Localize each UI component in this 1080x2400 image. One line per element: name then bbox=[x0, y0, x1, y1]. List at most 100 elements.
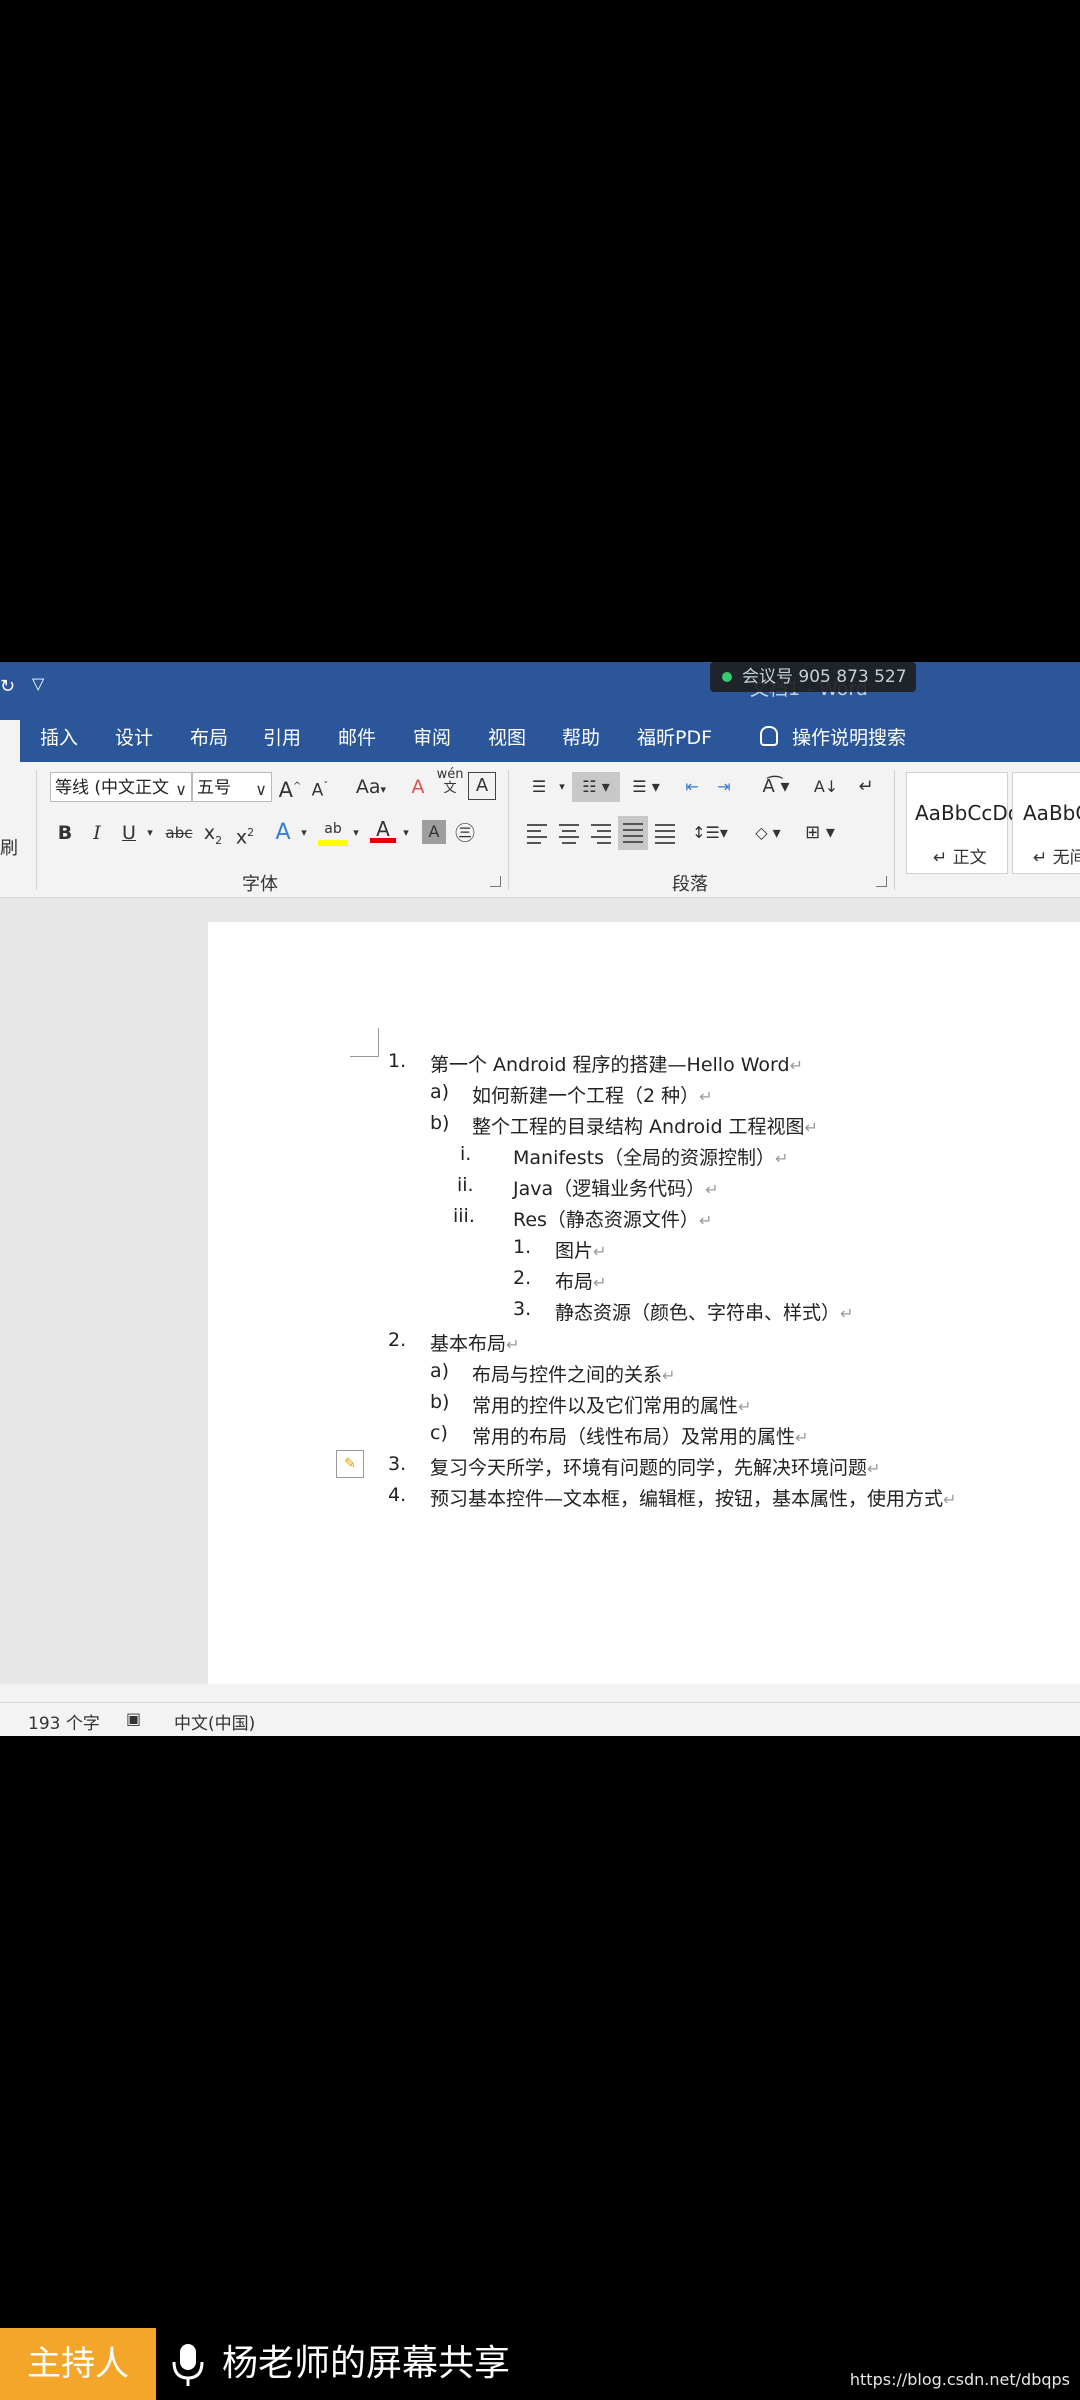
margin-corner-marker bbox=[350, 1028, 379, 1057]
language-indicator[interactable]: 中文(中国) bbox=[174, 1709, 255, 1734]
chevron-down-icon[interactable]: ∨ bbox=[255, 775, 267, 805]
ribbon: 刷 等线 (中文正文 ∨ 五号 ∨ A^ Aˇ Aa▾ A wén 文 A B I… bbox=[0, 762, 1080, 898]
style-no-spacing-sample: AaBbC bbox=[1023, 801, 1080, 825]
list-item[interactable]: Res（静态资源文件）↵ bbox=[513, 1205, 712, 1232]
clear-formatting-icon[interactable]: A bbox=[405, 772, 431, 802]
font-size-combo[interactable]: 五号 ∨ bbox=[192, 772, 272, 802]
tab-help[interactable]: 帮助 bbox=[562, 714, 600, 762]
align-left-icon[interactable] bbox=[524, 818, 550, 848]
tell-me-label: 操作说明搜索 bbox=[792, 727, 907, 749]
borders-icon[interactable]: ⊞ ▾ bbox=[798, 818, 842, 848]
font-name-combo[interactable]: 等线 (中文正文 ∨ bbox=[50, 772, 192, 802]
enclose-characters-icon[interactable]: ㊂ bbox=[452, 818, 478, 848]
tell-me-search[interactable]: 操作说明搜索 bbox=[760, 714, 906, 762]
font-color-dropdown-icon[interactable]: ▾ bbox=[400, 818, 412, 848]
distributed-icon[interactable] bbox=[652, 818, 678, 848]
format-painter-fragment[interactable]: 刷 bbox=[0, 834, 18, 860]
list-number: 4. bbox=[388, 1484, 407, 1506]
highlight-dropdown-icon[interactable]: ▾ bbox=[350, 818, 362, 848]
tab-view[interactable]: 视图 bbox=[488, 714, 526, 762]
decrease-indent-icon[interactable]: ⇤ bbox=[678, 772, 706, 802]
word-count[interactable]: 193 个字 bbox=[28, 1709, 100, 1734]
strikethrough-icon[interactable]: abc bbox=[164, 818, 194, 848]
list-item[interactable]: 第一个 Android 程序的搭建—Hello Word↵ bbox=[430, 1050, 803, 1077]
text-effects-dropdown-icon[interactable]: ▾ bbox=[298, 818, 310, 848]
numbering-icon[interactable]: ☷ ▾ bbox=[572, 772, 620, 802]
phonetic-guide-icon[interactable]: wén 文 bbox=[436, 768, 464, 802]
meeting-id-badge: 会议号 905 873 527 bbox=[710, 662, 916, 692]
highlight-icon[interactable]: ab bbox=[318, 814, 348, 846]
list-item[interactable]: 复习今天所学，环境有问题的同学，先解决环境问题↵ bbox=[430, 1453, 880, 1480]
list-number: 1. bbox=[513, 1236, 532, 1258]
align-center-icon[interactable] bbox=[556, 818, 582, 848]
grow-font-button[interactable]: A^ bbox=[277, 772, 303, 802]
shading-icon[interactable]: ◇ ▾ bbox=[748, 818, 788, 848]
sort-icon[interactable]: A↓ bbox=[812, 772, 840, 802]
active-tab-edge[interactable] bbox=[0, 720, 20, 762]
list-number: i. bbox=[460, 1143, 472, 1165]
text-effects-icon[interactable]: A bbox=[270, 818, 296, 848]
style-normal-name: ↵ 正文 bbox=[933, 848, 987, 868]
list-number: c) bbox=[430, 1422, 448, 1444]
redo-icon[interactable]: ↻ bbox=[0, 676, 15, 697]
list-number: 3. bbox=[513, 1298, 532, 1320]
list-item[interactable]: 常用的布局（线性布局）及常用的属性↵ bbox=[472, 1422, 808, 1449]
tab-layout[interactable]: 布局 bbox=[190, 714, 228, 762]
font-name-value: 等线 (中文正文 bbox=[55, 778, 170, 798]
paragraph-dialog-launcher-icon[interactable] bbox=[876, 876, 887, 887]
underline-icon[interactable]: U bbox=[116, 818, 142, 848]
tab-mailings[interactable]: 邮件 bbox=[338, 714, 376, 762]
character-border-icon[interactable]: A bbox=[468, 772, 496, 800]
change-case-label: Aa bbox=[355, 776, 381, 798]
style-no-spacing[interactable]: AaBbC ↵ 无间 bbox=[1012, 772, 1080, 874]
list-number: 3. bbox=[388, 1453, 407, 1475]
proofing-icon[interactable]: ▣ bbox=[126, 1709, 141, 1728]
ribbon-tabs: 插入 设计 布局 引用 邮件 审阅 视图 帮助 福昕PDF 操作说明搜索 bbox=[0, 714, 1080, 762]
tab-design[interactable]: 设计 bbox=[115, 714, 153, 762]
superscript-icon[interactable]: x2 bbox=[232, 818, 258, 848]
line-spacing-icon[interactable]: ↕☰▾ bbox=[690, 818, 730, 848]
list-item[interactable]: 如何新建一个工程（2 种）↵ bbox=[472, 1081, 713, 1108]
show-marks-icon[interactable]: ↵ bbox=[852, 772, 880, 802]
style-normal[interactable]: AaBbCcDd ↵ 正文 bbox=[906, 772, 1020, 874]
bullets-dropdown-icon[interactable]: ▾ bbox=[556, 772, 568, 802]
underline-dropdown-icon[interactable]: ▾ bbox=[144, 818, 156, 848]
document-page[interactable]: 1. 第一个 Android 程序的搭建—Hello Word↵ a) 如何新建… bbox=[208, 922, 1080, 1684]
change-case-button[interactable]: Aa▾ bbox=[348, 772, 394, 802]
list-item[interactable]: 图片↵ bbox=[555, 1236, 606, 1263]
tab-review[interactable]: 审阅 bbox=[413, 714, 451, 762]
list-number: ii. bbox=[457, 1174, 474, 1196]
font-dialog-launcher-icon[interactable] bbox=[490, 876, 501, 887]
ribbon-separator bbox=[894, 770, 895, 890]
bold-icon[interactable]: B bbox=[52, 818, 78, 848]
justify-icon[interactable] bbox=[618, 816, 648, 850]
list-item[interactable]: 预习基本控件—文本框，编辑框，按钮，基本属性，使用方式↵ bbox=[430, 1484, 956, 1511]
italic-icon[interactable]: I bbox=[84, 818, 110, 848]
microphone-icon bbox=[172, 2344, 204, 2386]
chevron-down-icon[interactable]: ∨ bbox=[175, 775, 187, 805]
list-number: 1. bbox=[388, 1050, 407, 1072]
quick-access-dropdown-icon[interactable]: ▽ bbox=[32, 674, 44, 693]
align-right-icon[interactable] bbox=[588, 818, 614, 848]
tab-insert[interactable]: 插入 bbox=[40, 714, 78, 762]
character-shading-icon[interactable]: A bbox=[422, 820, 446, 844]
shrink-font-button[interactable]: Aˇ bbox=[307, 772, 333, 802]
list-item[interactable]: 静态资源（颜色、字符串、样式）↵ bbox=[555, 1298, 853, 1325]
chinese-layout-icon[interactable]: A͡ ▾ bbox=[756, 772, 796, 802]
font-color-icon[interactable]: A bbox=[370, 814, 396, 844]
list-item[interactable]: 整个工程的目录结构 Android 工程视图↵ bbox=[472, 1112, 818, 1139]
multilevel-list-icon[interactable]: ☰ ▾ bbox=[626, 772, 666, 802]
comment-icon[interactable]: ✎ bbox=[336, 1450, 364, 1478]
list-item[interactable]: 布局↵ bbox=[555, 1267, 606, 1294]
increase-indent-icon[interactable]: ⇥ bbox=[710, 772, 738, 802]
list-item[interactable]: 基本布局↵ bbox=[430, 1329, 519, 1356]
tab-references[interactable]: 引用 bbox=[263, 714, 301, 762]
list-item[interactable]: 布局与控件之间的关系↵ bbox=[472, 1360, 675, 1387]
list-item[interactable]: 常用的控件以及它们常用的属性↵ bbox=[472, 1391, 751, 1418]
subscript-icon[interactable]: x2 bbox=[200, 818, 226, 848]
lightbulb-icon bbox=[760, 726, 778, 746]
list-item[interactable]: Manifests（全局的资源控制）↵ bbox=[513, 1143, 788, 1170]
tab-foxit-pdf[interactable]: 福昕PDF bbox=[637, 714, 712, 762]
list-item[interactable]: Java（逻辑业务代码）↵ bbox=[513, 1174, 719, 1201]
bullets-icon[interactable]: ☰ bbox=[524, 772, 554, 802]
